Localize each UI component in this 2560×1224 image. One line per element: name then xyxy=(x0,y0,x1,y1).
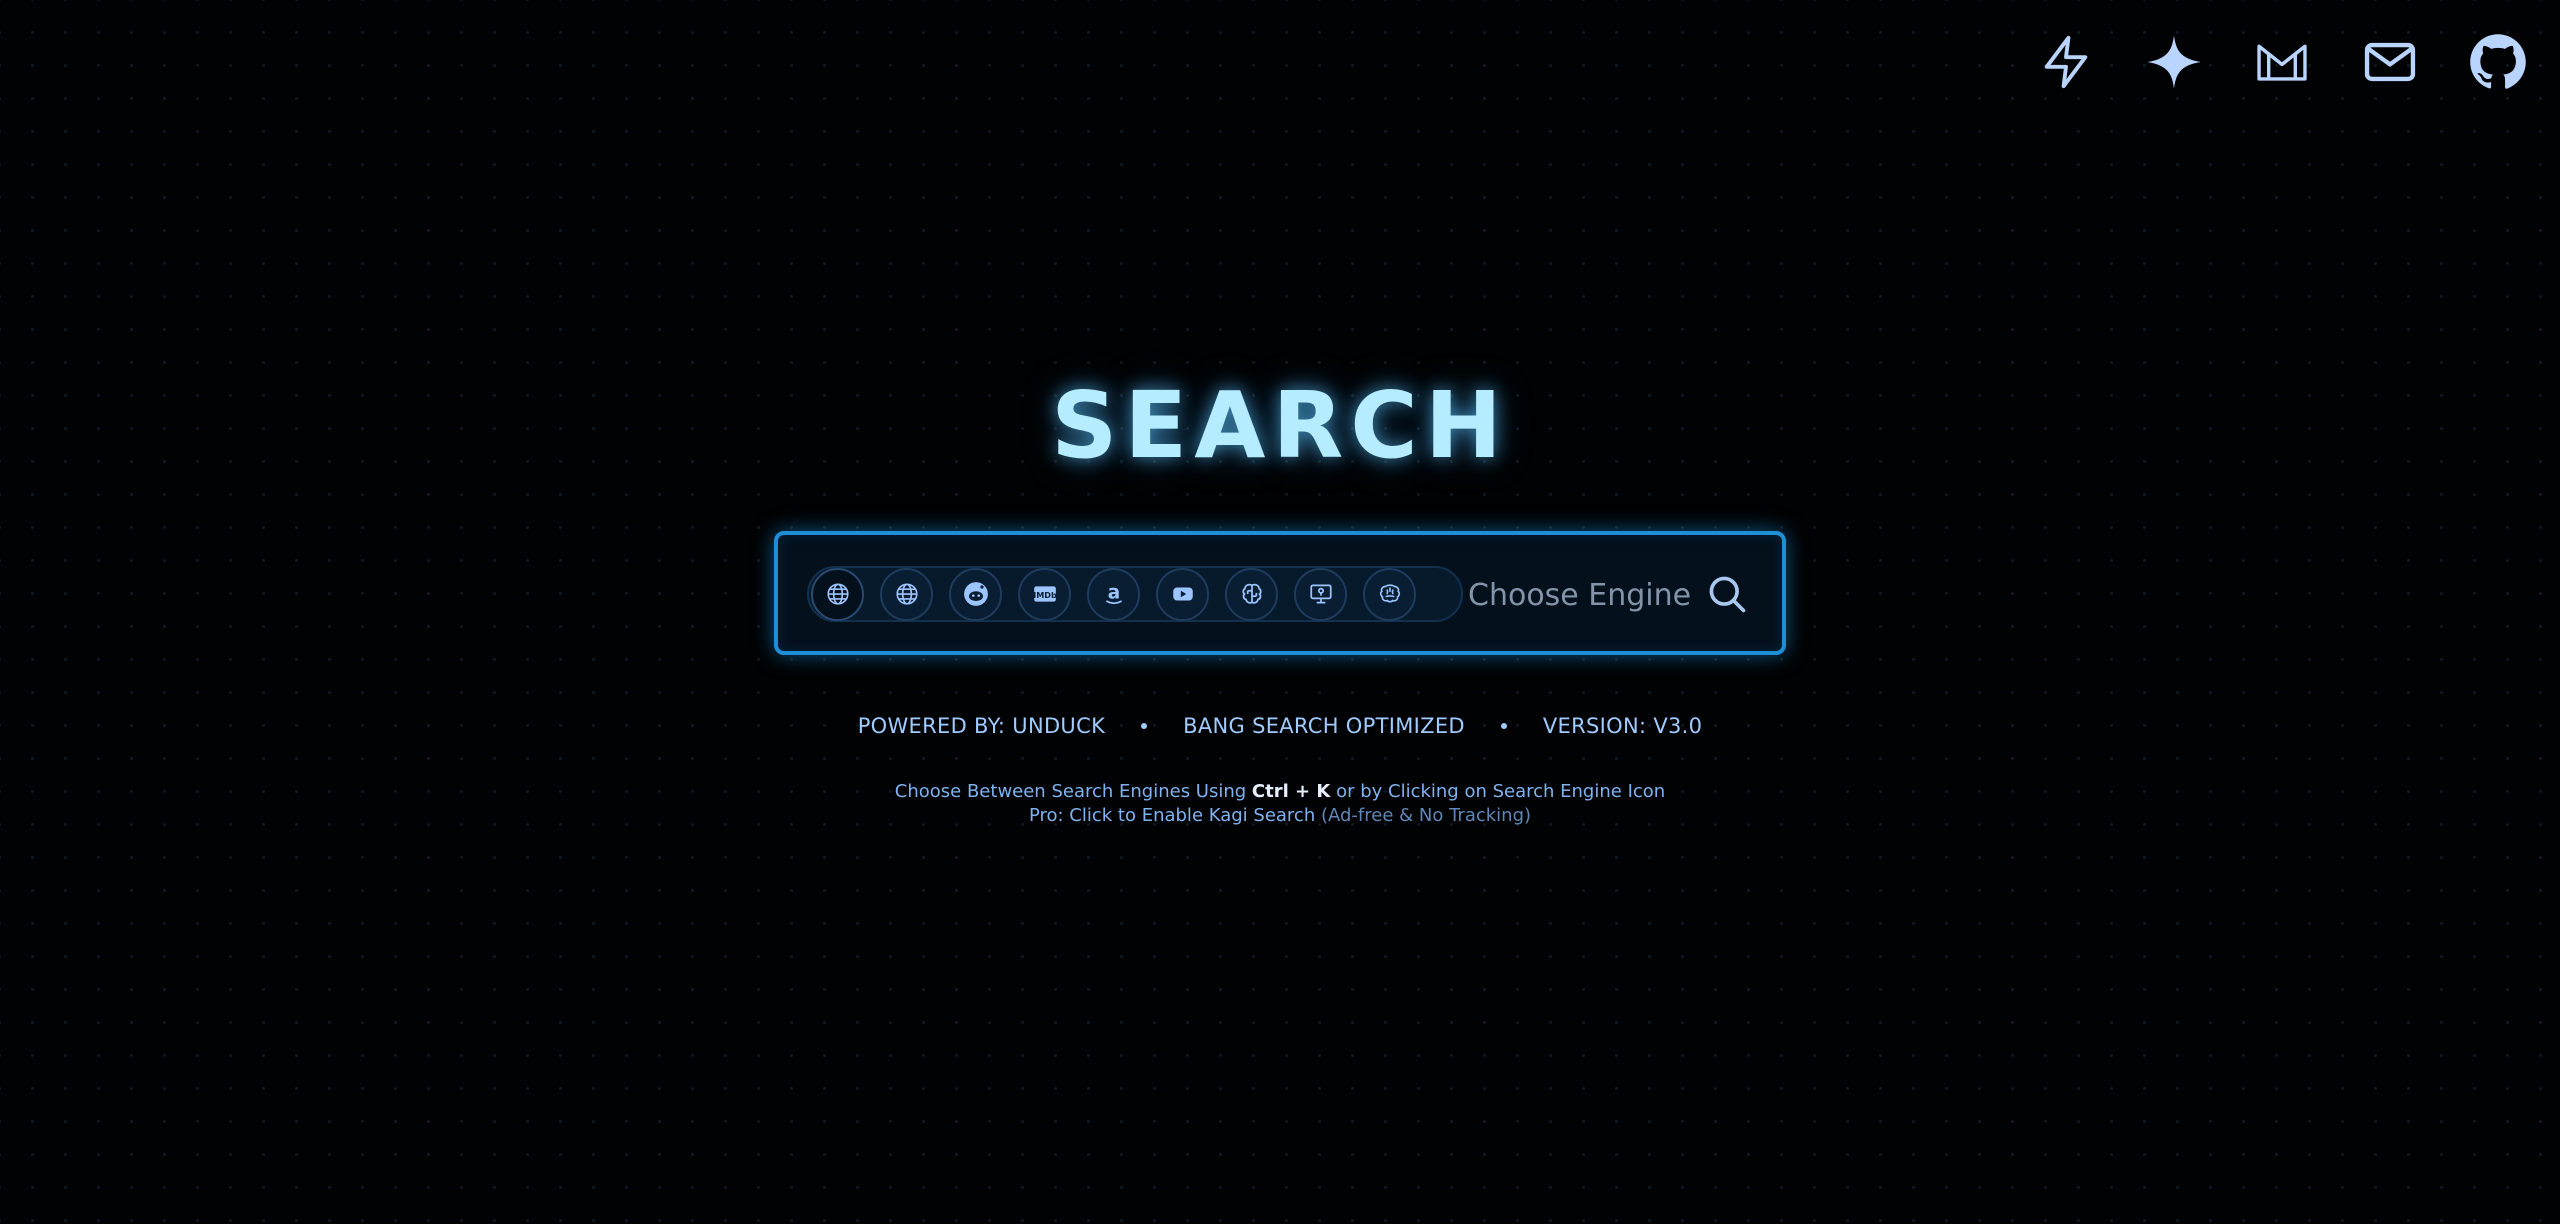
engine-button-brain-circuit[interactable] xyxy=(1225,567,1278,621)
monitor-icon xyxy=(1309,584,1332,604)
hint-text-pre: Choose Between Search Engines Using xyxy=(894,781,1252,802)
github-icon[interactable] xyxy=(2466,30,2530,94)
youtube-icon xyxy=(1172,587,1193,601)
reddit-icon xyxy=(963,582,988,606)
bang-search-text: BANG SEARCH OPTIMIZED xyxy=(1183,714,1465,738)
engine-button-globe[interactable] xyxy=(811,567,864,621)
sparkle-icon[interactable] xyxy=(2142,30,2206,94)
enable-kagi-link[interactable]: Pro: Click to Enable Kagi Search xyxy=(1029,805,1315,826)
version-text: VERSION: V3.0 xyxy=(1542,714,1703,738)
engine-input[interactable] xyxy=(1454,565,1710,625)
engine-selector: IMDb a xyxy=(807,566,1463,622)
kagi-hint: Pro: Click to Enable Kagi Search (Ad-fre… xyxy=(0,805,2560,826)
hint-text-post: or by Clicking on Search Engine Icon xyxy=(1330,781,1666,802)
globe-icon xyxy=(826,583,849,605)
gmail-icon[interactable] xyxy=(2250,30,2314,94)
engine-hint: Choose Between Search Engines Using Ctrl… xyxy=(0,781,2560,802)
engine-button-amazon[interactable]: a xyxy=(1087,567,1140,621)
engine-button-reddit[interactable] xyxy=(949,567,1002,621)
lightning-icon[interactable] xyxy=(2034,30,2098,94)
svg-text:IMDb: IMDb xyxy=(1033,590,1057,600)
kagi-note: (Ad-free & No Tracking) xyxy=(1315,805,1532,826)
engine-button-imdb[interactable]: IMDb xyxy=(1018,567,1071,621)
brain-icon xyxy=(1379,584,1400,603)
powered-by-text: POWERED BY: UNDUCK xyxy=(857,714,1106,738)
svg-text:a: a xyxy=(1107,582,1119,603)
page-title: SEARCH xyxy=(1051,372,1509,479)
engine-button-brain[interactable] xyxy=(1363,567,1416,621)
mail-icon[interactable] xyxy=(2358,30,2422,94)
separator-dot xyxy=(1141,723,1148,729)
amazon-icon: a xyxy=(1105,582,1122,605)
search-icon xyxy=(1709,576,1746,613)
engine-button-globe-2[interactable] xyxy=(880,567,933,621)
engine-button-youtube[interactable] xyxy=(1156,567,1209,621)
separator-dot xyxy=(1500,723,1507,729)
globe-icon xyxy=(895,583,918,605)
top-icon-bar xyxy=(2034,30,2530,94)
search-box: IMDb a xyxy=(774,531,1786,655)
search-button[interactable] xyxy=(1698,565,1756,623)
imdb-icon: IMDb xyxy=(1033,586,1057,602)
brain-circuit-icon xyxy=(1241,583,1262,604)
keyboard-shortcut: Ctrl + K xyxy=(1251,781,1331,802)
info-bar: POWERED BY: UNDUCK BANG SEARCH OPTIMIZED… xyxy=(0,714,2560,738)
engine-button-monitor[interactable] xyxy=(1294,567,1347,621)
